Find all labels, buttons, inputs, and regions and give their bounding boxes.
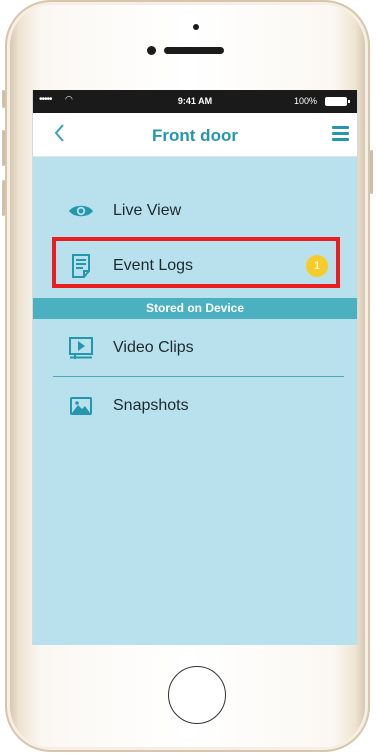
volume-down-button — [2, 180, 5, 216]
menu-item-live-view[interactable]: Live View — [33, 191, 357, 231]
battery-icon — [325, 97, 350, 106]
menu-item-snapshots[interactable]: Snapshots — [33, 386, 357, 426]
proximity-sensor — [193, 24, 199, 30]
eye-icon — [68, 199, 94, 223]
hamburger-menu-icon[interactable] — [332, 126, 349, 142]
volume-up-button — [2, 130, 5, 166]
navigation-bar: Front door — [33, 113, 357, 157]
front-camera — [147, 46, 156, 55]
app-screen: ••••• ◠ 9:41 AM 100% Front door Live Vie… — [32, 90, 358, 645]
video-play-icon — [68, 336, 94, 360]
home-button[interactable] — [168, 666, 226, 724]
section-header: Stored on Device — [33, 298, 357, 319]
page-title: Front door — [152, 126, 238, 145]
image-icon — [68, 394, 94, 418]
menu-item-label: Live View — [113, 202, 182, 219]
power-button — [370, 150, 373, 194]
status-bar: ••••• ◠ 9:41 AM 100% — [33, 90, 357, 113]
mute-switch — [2, 90, 5, 108]
divider — [53, 376, 344, 377]
menu-item-video-clips[interactable]: Video Clips — [33, 328, 357, 368]
menu-item-label: Snapshots — [113, 397, 189, 414]
highlight-box — [52, 237, 340, 288]
earpiece-speaker — [164, 47, 224, 54]
battery-percent: 100% — [293, 96, 317, 106]
menu-item-label: Video Clips — [113, 339, 194, 356]
